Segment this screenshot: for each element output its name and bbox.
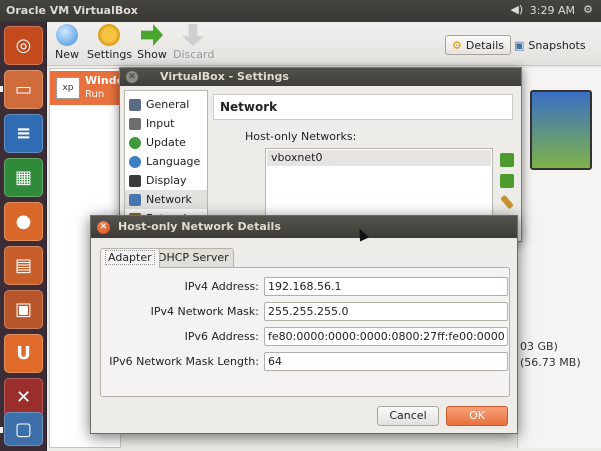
top-panel: Oracle VM VirtualBox ◀) 3:29 AM ⚙ (0, 0, 601, 22)
ok-button[interactable]: OK (446, 406, 508, 426)
close-icon[interactable]: ✕ (97, 221, 110, 234)
active-app-title: Oracle VM VirtualBox (6, 4, 138, 17)
ipv6-mask-length-field[interactable] (264, 352, 508, 371)
category-update[interactable]: Update (125, 133, 207, 152)
new-button[interactable]: New (53, 24, 81, 61)
ipv4-mask-field[interactable] (264, 302, 508, 321)
details-icon: ⚙ (452, 38, 462, 52)
network-icon (129, 193, 141, 206)
running-indicator (0, 86, 3, 92)
ubuntu-dash-icon[interactable]: ◎ (4, 26, 43, 65)
snapshots-icon: ▣ (514, 38, 525, 52)
update-icon (129, 136, 141, 149)
discard-button[interactable]: Discard (173, 24, 214, 61)
details-title: Host-only Network Details (118, 220, 281, 233)
arrow-down-icon (182, 24, 204, 46)
running-indicator (0, 427, 3, 433)
list-item[interactable]: vboxnet0 (267, 150, 491, 166)
category-display[interactable]: Display (125, 171, 207, 190)
details-titlebar: ✕ Host-only Network Details (91, 216, 517, 238)
arrow-right-icon (141, 24, 163, 46)
launcher: ◎ ▭ ≡ ▦ ● ▤ ▣ U ✕ ▢ (0, 22, 47, 451)
snapshots-toggle[interactable]: ▣ Snapshots (507, 35, 593, 55)
details-pane: 03 GB) (56.73 MB) (517, 68, 601, 448)
clock[interactable]: 3:29 AM (530, 4, 575, 17)
virtualbox-icon[interactable]: ▢ (4, 412, 43, 446)
input-icon (129, 117, 141, 130)
remove-network-icon[interactable] (500, 174, 514, 188)
software-center-icon[interactable]: ▣ (4, 290, 43, 329)
files-icon[interactable]: ▭ (4, 70, 43, 109)
windows-xp-icon: xp (56, 77, 80, 99)
category-input[interactable]: Input (125, 114, 207, 133)
storage-size: 03 GB) (520, 340, 558, 353)
general-icon (129, 98, 141, 111)
firefox-icon[interactable]: ● (4, 202, 43, 241)
ipv4-address-label: IPv4 Address: (184, 280, 259, 293)
ipv6-mask-length-row: IPv6 Network Mask Length: (101, 352, 509, 372)
settings-titlebar: ✕ VirtualBox - Settings (120, 68, 521, 86)
vm-preview (530, 90, 592, 170)
speaker-icon[interactable]: ◀) (510, 3, 524, 17)
gear-icon[interactable]: ⚙ (581, 3, 595, 17)
category-language[interactable]: Language (125, 152, 207, 171)
category-general[interactable]: General (125, 95, 207, 114)
settings-button[interactable]: Settings (87, 24, 132, 61)
show-button[interactable]: Show (137, 24, 167, 61)
cancel-button[interactable]: Cancel (377, 406, 439, 426)
ipv4-mask-row: IPv4 Network Mask: (101, 302, 509, 322)
tab-dhcp-server[interactable]: DHCP Server (153, 248, 234, 267)
settings-gear-icon (98, 24, 120, 46)
vm-state: Run (85, 89, 105, 100)
ipv6-address-row: IPv6 Address: (101, 327, 509, 347)
close-icon[interactable]: ✕ (126, 71, 138, 83)
display-icon (129, 174, 141, 187)
edit-network-icon[interactable] (500, 194, 514, 210)
adapter-panel: IPv4 Address: IPv4 Network Mask: IPv6 Ad… (100, 267, 510, 397)
globe-icon (129, 155, 141, 168)
host-only-networks-label: Host-only Networks: (245, 130, 357, 143)
storage-size-secondary: (56.73 MB) (520, 356, 581, 369)
vm-list-item[interactable]: xp Windo Run (50, 71, 124, 105)
ipv4-mask-label: IPv4 Network Mask: (150, 305, 259, 318)
ipv6-address-field[interactable] (264, 327, 508, 346)
category-network[interactable]: Network (125, 190, 207, 209)
ipv4-address-row: IPv4 Address: (101, 277, 509, 297)
ubuntu-one-icon[interactable]: U (4, 334, 43, 373)
ipv6-mask-length-label: IPv6 Network Mask Length: (109, 355, 259, 368)
new-icon (56, 24, 78, 46)
host-only-network-details-dialog: ✕ Host-only Network Details Adapter DHCP… (90, 215, 518, 434)
calc-icon[interactable]: ▦ (4, 158, 43, 197)
network-page-header: Network (213, 94, 513, 120)
ipv4-address-field[interactable] (264, 277, 508, 296)
ipv6-address-label: IPv6 Address: (184, 330, 259, 343)
manager-toolbar: New Settings Show Discard ⚙ Details ▣ Sn… (47, 22, 601, 66)
details-toggle[interactable]: ⚙ Details (445, 35, 512, 55)
system-tray: ◀) 3:29 AM ⚙ (510, 3, 595, 17)
writer-icon[interactable]: ≡ (4, 114, 43, 153)
tab-adapter[interactable]: Adapter (100, 248, 160, 268)
settings-title: VirtualBox - Settings (160, 70, 289, 83)
add-network-icon[interactable] (500, 153, 514, 167)
impress-icon[interactable]: ▤ (4, 246, 43, 285)
